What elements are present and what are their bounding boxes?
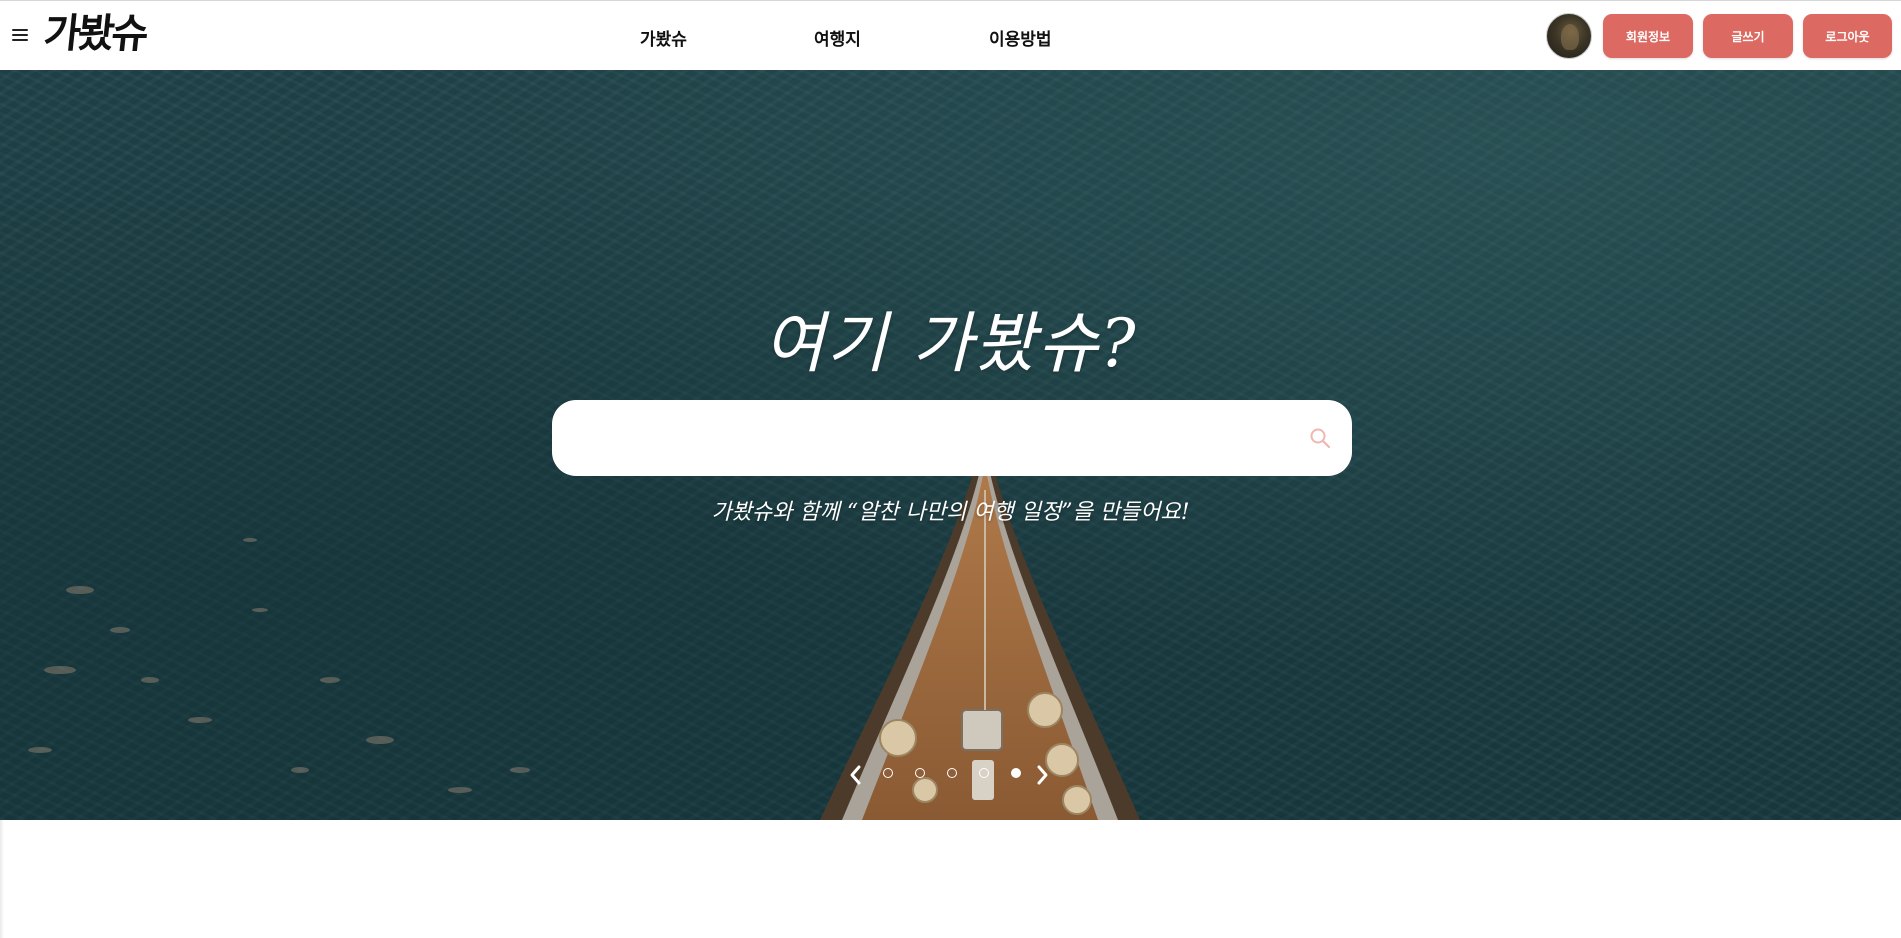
carousel-dot-4[interactable] xyxy=(979,768,989,778)
carousel-dot-5[interactable] xyxy=(1011,768,1021,778)
chevron-right-icon[interactable] xyxy=(1032,764,1052,786)
hero-title: 여기 가봤슈? xyxy=(763,305,1138,382)
nav-item-destinations[interactable]: 여행지 xyxy=(814,25,861,50)
logout-button[interactable]: 로그아웃 xyxy=(1803,14,1892,58)
hero-banner: 여기 가봤슈? 가봤슈와 함께 “알찬 나만의 여행 일정”을 만들어요! xyxy=(0,70,1901,820)
nav-item-gabwasyu[interactable]: 가봤슈 xyxy=(640,25,687,50)
search-icon[interactable] xyxy=(1309,427,1331,449)
carousel-dot-2[interactable] xyxy=(915,768,925,778)
user-avatar[interactable] xyxy=(1546,13,1592,59)
carousel-dot-3[interactable] xyxy=(947,768,957,778)
write-post-button[interactable]: 글쓰기 xyxy=(1703,14,1793,58)
top-navigation-bar: 가봤슈 가봤슈 여행지 이용방법 회원정보 글쓰기 로그아웃 xyxy=(0,0,1901,70)
member-info-button[interactable]: 회원정보 xyxy=(1603,14,1693,58)
carousel-controls xyxy=(0,760,1901,790)
page-edge-shadow xyxy=(0,820,4,938)
search-input[interactable] xyxy=(574,414,1278,464)
chevron-left-icon[interactable] xyxy=(846,764,866,786)
carousel-dot-1[interactable] xyxy=(883,768,893,778)
search-bar xyxy=(552,400,1352,476)
nav-item-how-to-use[interactable]: 이용방법 xyxy=(989,25,1052,50)
hero-subtitle: 가봤슈와 함께 “알찬 나만의 여행 일정”을 만들어요! xyxy=(711,500,1190,525)
